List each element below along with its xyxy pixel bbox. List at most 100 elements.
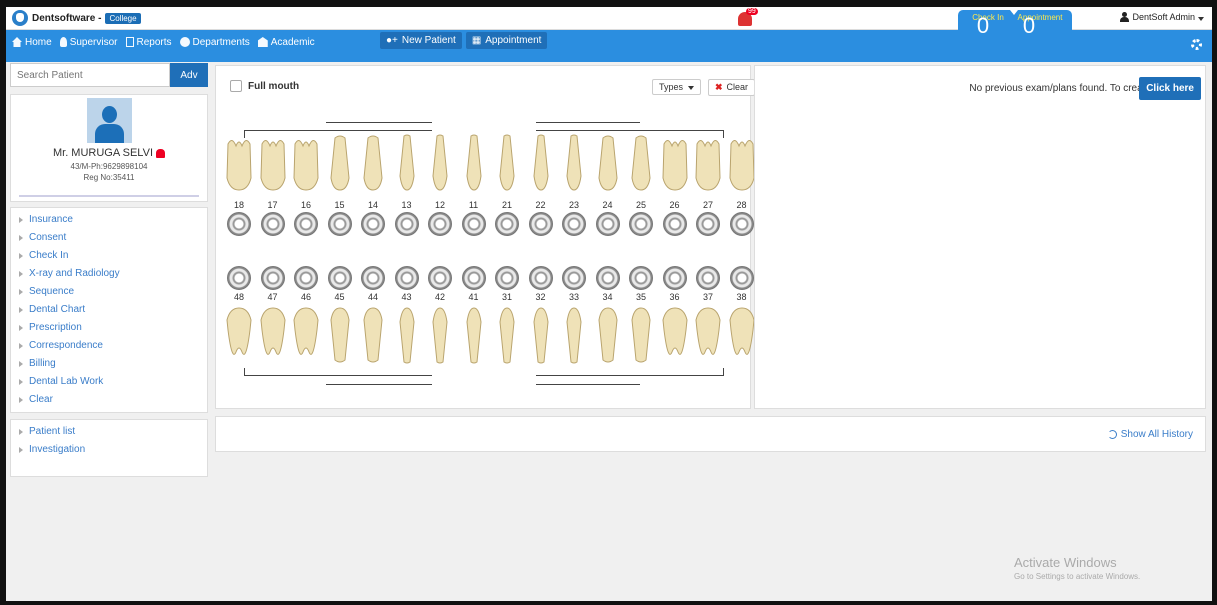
sidebar-menu-item[interactable]: Insurance [11, 211, 207, 229]
show-all-history-link[interactable]: Show All History [1107, 429, 1193, 440]
lower-tooth[interactable] [358, 304, 388, 364]
new-patient-button[interactable]: ●+ New Patient [380, 32, 462, 49]
full-mouth-checkbox[interactable] [230, 80, 242, 92]
sidebar-menu-item[interactable]: Consent [11, 229, 207, 247]
upper-tooth[interactable] [291, 134, 321, 194]
user-menu[interactable]: DentSoft Admin [1120, 12, 1204, 22]
lower-surface-ring[interactable] [696, 266, 720, 290]
upper-surface-ring[interactable] [361, 212, 385, 236]
upper-surface-ring[interactable] [562, 212, 586, 236]
upper-surface-ring[interactable] [528, 212, 553, 236]
sidebar-menu-item[interactable]: Clear [11, 391, 207, 409]
lower-surface-ring[interactable] [327, 266, 352, 290]
sidebar-secondary-item[interactable]: Investigation [11, 441, 207, 459]
upper-tooth[interactable] [559, 134, 589, 194]
upper-tooth[interactable] [224, 134, 254, 194]
upper-tooth[interactable] [727, 134, 757, 194]
upper-tooth[interactable] [593, 134, 623, 194]
lower-surface-ring[interactable] [629, 266, 653, 290]
lower-surface-ring[interactable] [361, 266, 385, 290]
click-here-button[interactable]: Click here [1139, 77, 1201, 100]
sidebar-menu-item[interactable]: Billing [11, 355, 207, 373]
nav-academic[interactable]: Academic [257, 37, 315, 48]
lower-tooth[interactable] [258, 304, 288, 364]
lower-tooth[interactable] [559, 304, 589, 364]
lower-surface-ring[interactable] [461, 266, 486, 290]
lower-tooth[interactable] [626, 304, 656, 364]
upper-tooth[interactable] [693, 134, 723, 194]
sidebar-menu-item[interactable]: X-ray and Radiology [11, 265, 207, 283]
lower-surface-ring[interactable] [662, 266, 687, 290]
upper-tooth[interactable] [425, 134, 455, 194]
upper-tooth[interactable] [358, 134, 388, 194]
lower-surface-ring[interactable] [294, 266, 318, 290]
search-input[interactable] [10, 63, 170, 87]
appointment-counter[interactable]: 0 Appointment [1014, 13, 1066, 38]
lower-tooth[interactable] [224, 304, 254, 364]
lower-tooth[interactable] [459, 304, 489, 364]
caret-right-icon [19, 429, 23, 435]
upper-surface-ring[interactable] [629, 212, 653, 236]
appointment-button[interactable]: ▦ Appointment [465, 32, 548, 49]
upper-tooth[interactable] [660, 134, 690, 194]
lower-tooth[interactable] [291, 304, 321, 364]
upper-surface-ring[interactable] [696, 212, 720, 236]
lower-surface-ring[interactable] [595, 266, 620, 290]
upper-surface-ring[interactable] [495, 212, 519, 236]
gear-icon[interactable] [1191, 39, 1202, 50]
lower-surface-ring[interactable] [428, 266, 452, 290]
lower-surface-ring[interactable] [729, 266, 754, 290]
lower-tooth[interactable] [526, 304, 556, 364]
upper-tooth[interactable] [325, 134, 355, 194]
nav-departments[interactable]: Departments [179, 37, 250, 48]
nav-home[interactable]: Home [12, 37, 52, 48]
upper-tooth[interactable] [258, 134, 288, 194]
nav-supervisor[interactable]: Supervisor [59, 37, 118, 48]
check-in-counter[interactable]: 0 Check In [968, 13, 1008, 38]
lower-tooth[interactable] [392, 304, 422, 364]
lower-tooth[interactable] [727, 304, 757, 364]
upper-surface-ring[interactable] [260, 212, 285, 236]
lower-surface-ring[interactable] [562, 266, 586, 290]
lower-surface-ring[interactable] [495, 266, 519, 290]
adv-search-button[interactable]: Adv [170, 63, 208, 87]
clear-button[interactable]: ✖ Clear [708, 79, 756, 96]
upper-tooth[interactable] [526, 134, 556, 194]
sidebar-menu-item[interactable]: Correspondence [11, 337, 207, 355]
upper-surface-ring[interactable] [294, 212, 318, 236]
full-mouth-toggle[interactable]: Full mouth [230, 80, 299, 92]
lower-tooth[interactable] [492, 304, 522, 364]
upper-surface-ring[interactable] [394, 212, 419, 236]
types-dropdown[interactable]: Types [652, 79, 702, 95]
upper-tooth[interactable] [392, 134, 422, 194]
sidebar-secondary-item[interactable]: Patient list [11, 423, 207, 441]
bell-icon[interactable] [156, 148, 166, 158]
upper-tooth[interactable] [492, 134, 522, 194]
lower-surface-ring[interactable] [260, 266, 285, 290]
lower-tooth[interactable] [325, 304, 355, 364]
sidebar-menu-item[interactable]: Dental Lab Work [11, 373, 207, 391]
upper-surface-ring[interactable] [227, 212, 251, 236]
sidebar-menu-item[interactable]: Prescription [11, 319, 207, 337]
upper-surface-ring[interactable] [327, 212, 352, 236]
lower-surface-ring[interactable] [528, 266, 553, 290]
nav-reports[interactable]: Reports [125, 37, 172, 48]
brand[interactable]: Dentsoftware - College [12, 10, 141, 26]
lower-tooth[interactable] [693, 304, 723, 364]
lower-tooth[interactable] [425, 304, 455, 364]
upper-surface-ring[interactable] [729, 212, 754, 236]
upper-surface-ring[interactable] [595, 212, 620, 236]
upper-surface-ring[interactable] [461, 212, 486, 236]
sidebar-menu-item[interactable]: Check In [11, 247, 207, 265]
lower-surface-ring[interactable] [394, 266, 419, 290]
upper-surface-ring[interactable] [428, 212, 452, 236]
lower-surface-ring[interactable] [227, 266, 251, 290]
upper-tooth[interactable] [459, 134, 489, 194]
lower-tooth[interactable] [660, 304, 690, 364]
lower-tooth[interactable] [593, 304, 623, 364]
upper-surface-ring[interactable] [662, 212, 687, 236]
upper-tooth[interactable] [626, 134, 656, 194]
sidebar-menu-item[interactable]: Sequence [11, 283, 207, 301]
sidebar-menu-item[interactable]: Dental Chart [11, 301, 207, 319]
alert-bell-icon[interactable]: 99 [738, 8, 758, 27]
